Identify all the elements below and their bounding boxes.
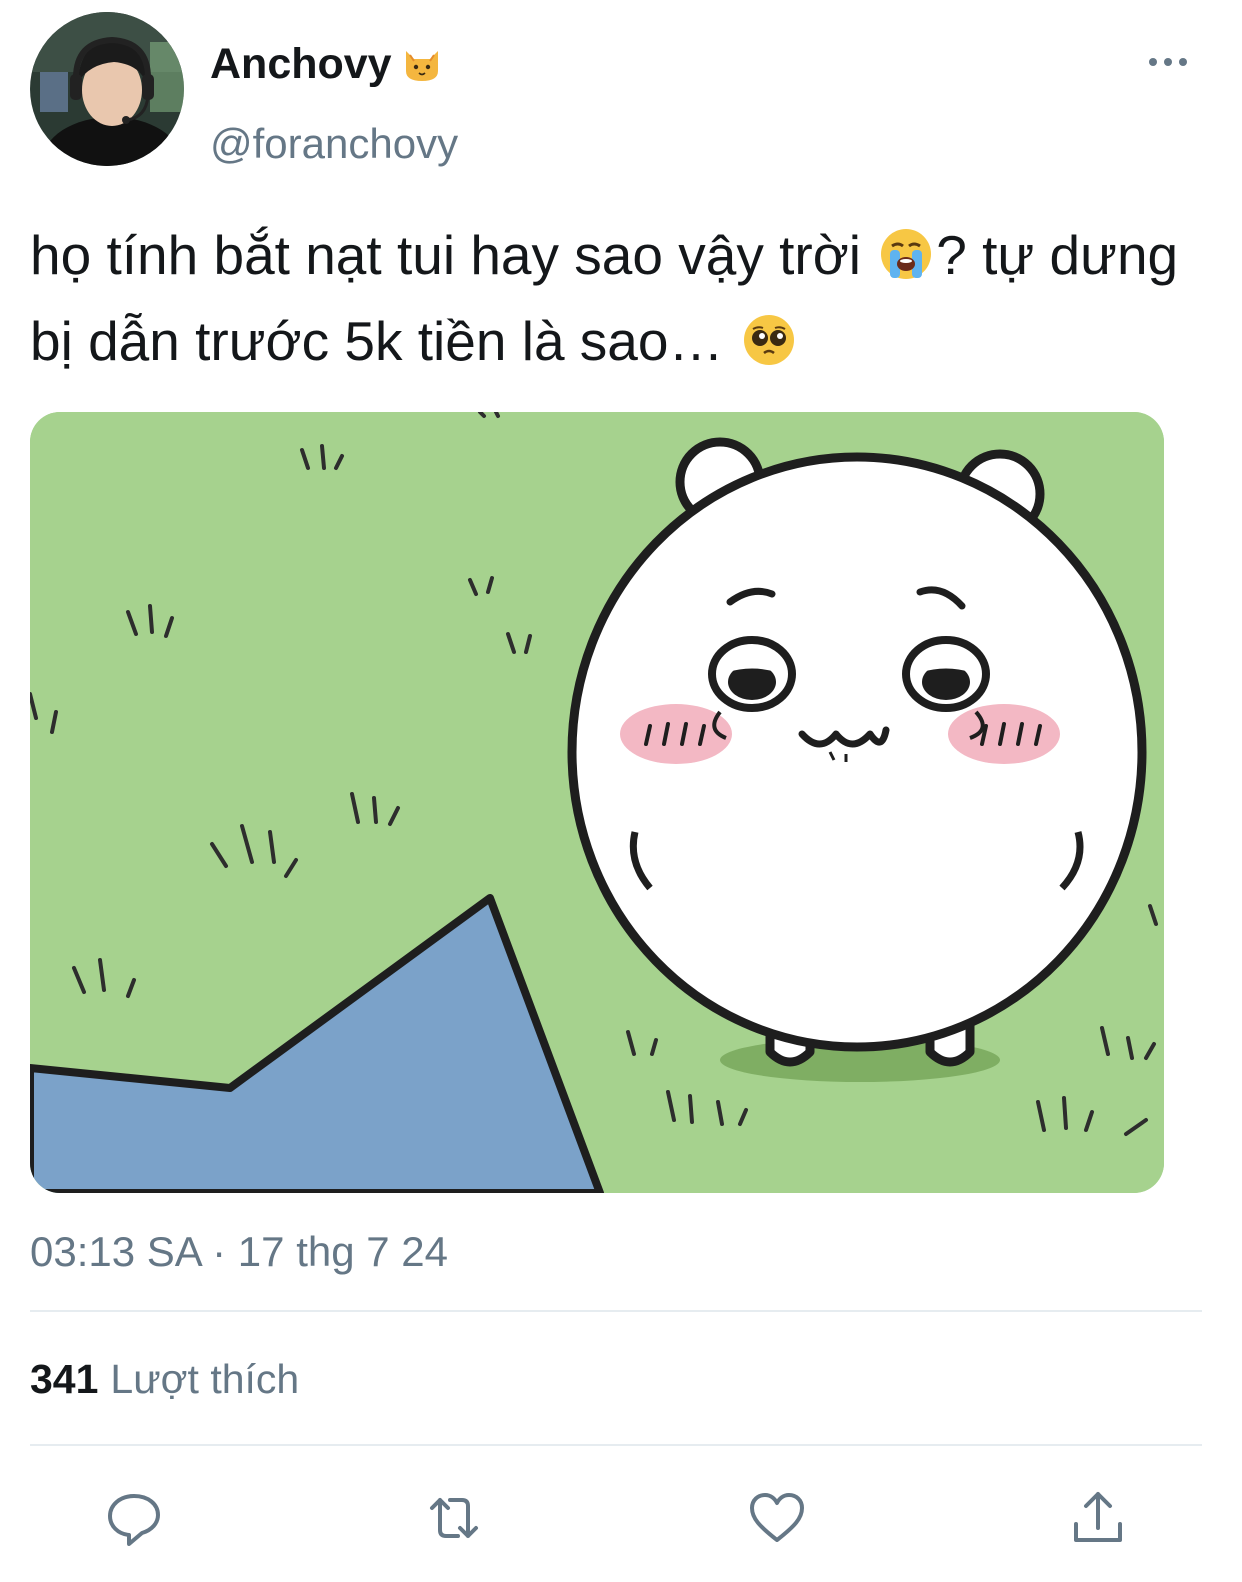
author-name-row[interactable]: Anchovy [210,40,442,89]
pleading-face-icon [741,306,797,365]
share-icon [1074,1492,1122,1542]
author-handle[interactable]: @foranchovy [210,120,458,168]
loudly-crying-face-icon [878,220,934,279]
divider [30,1310,1202,1312]
tweet-detail: Anchovy @foranchovy họ tính bắt nạt tui … [0,0,1242,1582]
share-button[interactable] [1066,1486,1130,1550]
likes-count: 341 [30,1356,99,1402]
like-button[interactable] [745,1486,809,1550]
avatar[interactable] [30,12,184,166]
reply-icon [108,1494,160,1546]
retweet-button[interactable] [422,1486,486,1550]
more-options-button[interactable] [1138,44,1198,80]
retweet-icon [430,1498,478,1538]
divider [30,1444,1202,1446]
tweet-text: họ tính bắt nạt tui hay sao vậy trời ? t… [30,212,1210,384]
likes-label: Lượt thích [110,1356,300,1402]
likes-summary[interactable]: 341 Lượt thích [30,1356,299,1403]
cat-face-icon [402,45,442,85]
tweet-image[interactable] [30,412,1164,1193]
author-display-name[interactable]: Anchovy [210,40,392,89]
reply-button[interactable] [102,1486,166,1550]
like-icon [750,1493,804,1542]
tweet-text-part1: họ tính bắt nạt tui hay sao vậy trời [30,224,877,286]
more-dots-icon [1149,58,1187,66]
tweet-timestamp[interactable]: 03:13 SA · 17 thg 7 24 [30,1228,448,1276]
crying-hamster-cartoon [30,412,1164,1193]
